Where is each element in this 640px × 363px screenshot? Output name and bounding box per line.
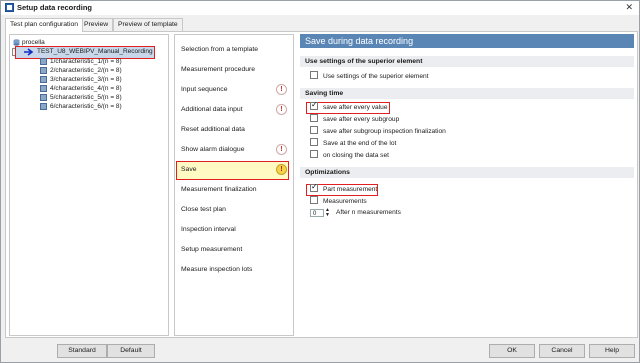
tab-test-plan-configuration[interactable]: Test plan configuration bbox=[5, 18, 84, 32]
step-save[interactable]: Save! bbox=[175, 161, 291, 179]
step-reset-additional-data[interactable]: Reset additional data bbox=[175, 121, 291, 139]
warning-icon: ! bbox=[276, 84, 287, 95]
option-label: Measurements bbox=[323, 198, 367, 205]
step-label: Selection from a template bbox=[181, 46, 259, 53]
tree-item-characteristic-2[interactable]: 2/characteristic_2/(n = 8) bbox=[50, 66, 122, 75]
option-part-measurement[interactable]: Part measurement bbox=[310, 182, 378, 195]
step-label: Measure inspection lots bbox=[181, 266, 253, 273]
panel-title: Save during data recording bbox=[300, 34, 634, 48]
step-measurement-finalization[interactable]: Measurement finalization bbox=[175, 181, 291, 199]
characteristic-icon bbox=[40, 76, 47, 83]
standard-button[interactable]: Standard bbox=[57, 344, 107, 358]
tab-content: procella − TEST_U8_WEBIPV_Manual_Recordi… bbox=[5, 31, 638, 338]
checkbox[interactable] bbox=[310, 150, 318, 159]
step-label: Measurement finalization bbox=[181, 186, 257, 193]
option-label: save after subgroup inspection finalizat… bbox=[323, 128, 446, 135]
database-icon bbox=[13, 39, 20, 46]
default-button[interactable]: Default bbox=[107, 344, 155, 358]
checkbox[interactable] bbox=[310, 196, 318, 205]
step-list: Selection from a template Measurement pr… bbox=[174, 34, 294, 336]
characteristic-icon bbox=[40, 67, 47, 74]
checkbox[interactable] bbox=[310, 138, 318, 147]
test-plan-tree[interactable]: procella − TEST_U8_WEBIPV_Manual_Recordi… bbox=[9, 34, 169, 336]
option-label: Part measurement bbox=[323, 186, 378, 193]
tree-item-characteristic-3[interactable]: 3/characteristic_3/(n = 8) bbox=[50, 75, 122, 84]
section-saving-time: Saving time bbox=[300, 88, 634, 99]
app-icon bbox=[5, 3, 14, 12]
option-save-after-every-subgroup[interactable]: save after every subgroup bbox=[310, 114, 400, 125]
checkbox[interactable] bbox=[310, 71, 318, 80]
option-on-closing-data-set[interactable]: on closing the data set bbox=[310, 150, 389, 161]
warning-icon: ! bbox=[276, 104, 287, 115]
step-additional-data-input[interactable]: Additional data input! bbox=[175, 101, 291, 119]
characteristic-icon bbox=[40, 103, 47, 110]
dialog-window: Setup data recording ✕ Test plan configu… bbox=[0, 0, 640, 363]
step-selection-from-template[interactable]: Selection from a template bbox=[175, 41, 291, 59]
close-icon[interactable]: ✕ bbox=[625, 2, 633, 13]
option-measurements[interactable]: Measurements bbox=[310, 196, 367, 207]
characteristic-icon bbox=[40, 85, 47, 92]
tree-item-characteristic-5[interactable]: 5/characteristic_5/(n = 8) bbox=[50, 93, 122, 102]
n-measurements-label: After n measurements bbox=[336, 209, 401, 216]
tree-item-characteristic-1[interactable]: 1/characteristic_1/(n = 8) bbox=[50, 57, 122, 66]
step-label: Additional data input bbox=[181, 106, 243, 113]
ok-button[interactable]: OK bbox=[489, 344, 535, 358]
option-label: Use settings of the superior element bbox=[323, 73, 429, 80]
step-setup-measurement[interactable]: Setup measurement bbox=[175, 241, 291, 259]
step-label: Input sequence bbox=[181, 86, 228, 93]
option-save-end-of-lot[interactable]: Save at the end of the lot bbox=[310, 138, 397, 149]
arrow-right-icon bbox=[24, 48, 34, 56]
step-label: Close test plan bbox=[181, 206, 226, 213]
warning-icon: ! bbox=[276, 144, 287, 155]
tab-preview-of-template[interactable]: Preview of template bbox=[113, 18, 183, 31]
step-label: Inspection interval bbox=[181, 226, 236, 233]
step-label: Reset additional data bbox=[181, 126, 245, 133]
checkbox[interactable] bbox=[310, 100, 318, 111]
step-show-alarm-dialogue[interactable]: Show alarm dialogue! bbox=[175, 141, 291, 159]
step-close-test-plan[interactable]: Close test plan bbox=[175, 201, 291, 219]
spinner-arrows-icon[interactable]: ▲ ▼ bbox=[325, 208, 331, 218]
step-inspection-interval[interactable]: Inspection interval bbox=[175, 221, 291, 239]
step-label: Measurement procedure bbox=[181, 66, 256, 73]
checkbox[interactable] bbox=[310, 114, 318, 123]
step-measure-inspection-lots[interactable]: Measure inspection lots bbox=[175, 261, 291, 279]
tree-item-characteristic-4[interactable]: 4/characteristic_4/(n = 8) bbox=[50, 84, 122, 93]
tree-test-plan-label: TEST_U8_WEBIPV_Manual_Recording bbox=[37, 48, 153, 55]
option-label: save after every subgroup bbox=[323, 116, 400, 123]
characteristic-icon bbox=[40, 94, 47, 101]
settings-panel: Save during data recording Use settings … bbox=[300, 34, 634, 334]
option-save-after-every-value[interactable]: save after every value bbox=[310, 100, 388, 113]
title-bar: Setup data recording ✕ bbox=[1, 1, 639, 15]
option-label: on closing the data set bbox=[323, 152, 389, 159]
step-label: Save bbox=[181, 166, 197, 173]
section-superior: Use settings of the superior element bbox=[300, 56, 634, 67]
n-measurements-input[interactable]: 0 bbox=[310, 209, 324, 217]
tree-item-characteristic-6[interactable]: 6/characteristic_6/(n = 8) bbox=[50, 102, 122, 111]
step-label: Setup measurement bbox=[181, 246, 243, 253]
help-button[interactable]: Help bbox=[589, 344, 635, 358]
option-use-superior-settings[interactable]: Use settings of the superior element bbox=[310, 71, 429, 82]
tab-preview[interactable]: Preview bbox=[79, 18, 114, 31]
option-save-after-subgroup-inspection[interactable]: save after subgroup inspection finalizat… bbox=[310, 126, 446, 137]
option-label: save after every value bbox=[323, 104, 388, 111]
cancel-button[interactable]: Cancel bbox=[539, 344, 585, 358]
step-measurement-procedure[interactable]: Measurement procedure bbox=[175, 61, 291, 79]
window-title: Setup data recording bbox=[17, 3, 93, 12]
warning-icon: ! bbox=[276, 164, 287, 175]
section-optimizations: Optimizations bbox=[300, 167, 634, 178]
checkbox[interactable] bbox=[310, 182, 318, 193]
step-label: Show alarm dialogue bbox=[181, 146, 245, 153]
checkbox[interactable] bbox=[310, 126, 318, 135]
characteristic-icon bbox=[40, 58, 47, 65]
option-label: Save at the end of the lot bbox=[323, 140, 397, 147]
step-input-sequence[interactable]: Input sequence! bbox=[175, 81, 291, 99]
